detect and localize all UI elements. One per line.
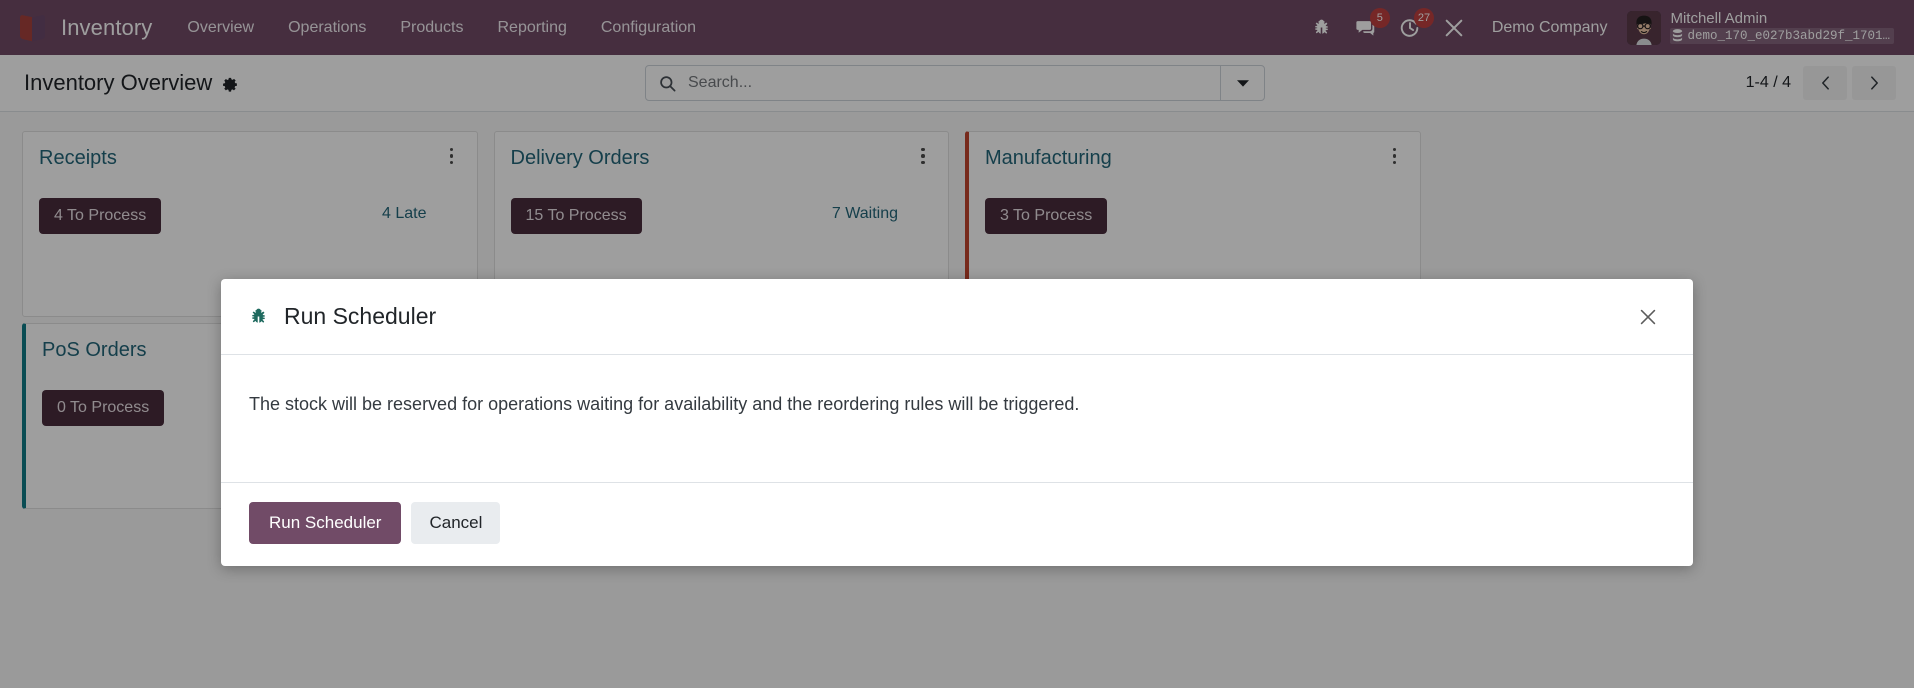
dialog-title-wrap: Run Scheduler [249,303,436,330]
run-scheduler-dialog: Run Scheduler The stock will be reserved… [221,279,1693,566]
bug-icon [249,307,268,326]
close-button[interactable] [1631,300,1665,334]
dialog-header: Run Scheduler [221,279,1693,355]
dialog-body: The stock will be reserved for operation… [221,355,1693,483]
cancel-button[interactable]: Cancel [411,502,501,544]
app-root: Inventory Overview Operations Products R… [0,0,1914,688]
dialog-message: The stock will be reserved for operation… [249,394,1080,414]
run-scheduler-confirm-button[interactable]: Run Scheduler [249,502,402,544]
dialog-footer: Run Scheduler Cancel [221,483,1693,566]
dialog-title: Run Scheduler [284,303,437,329]
close-icon [1640,309,1656,324]
